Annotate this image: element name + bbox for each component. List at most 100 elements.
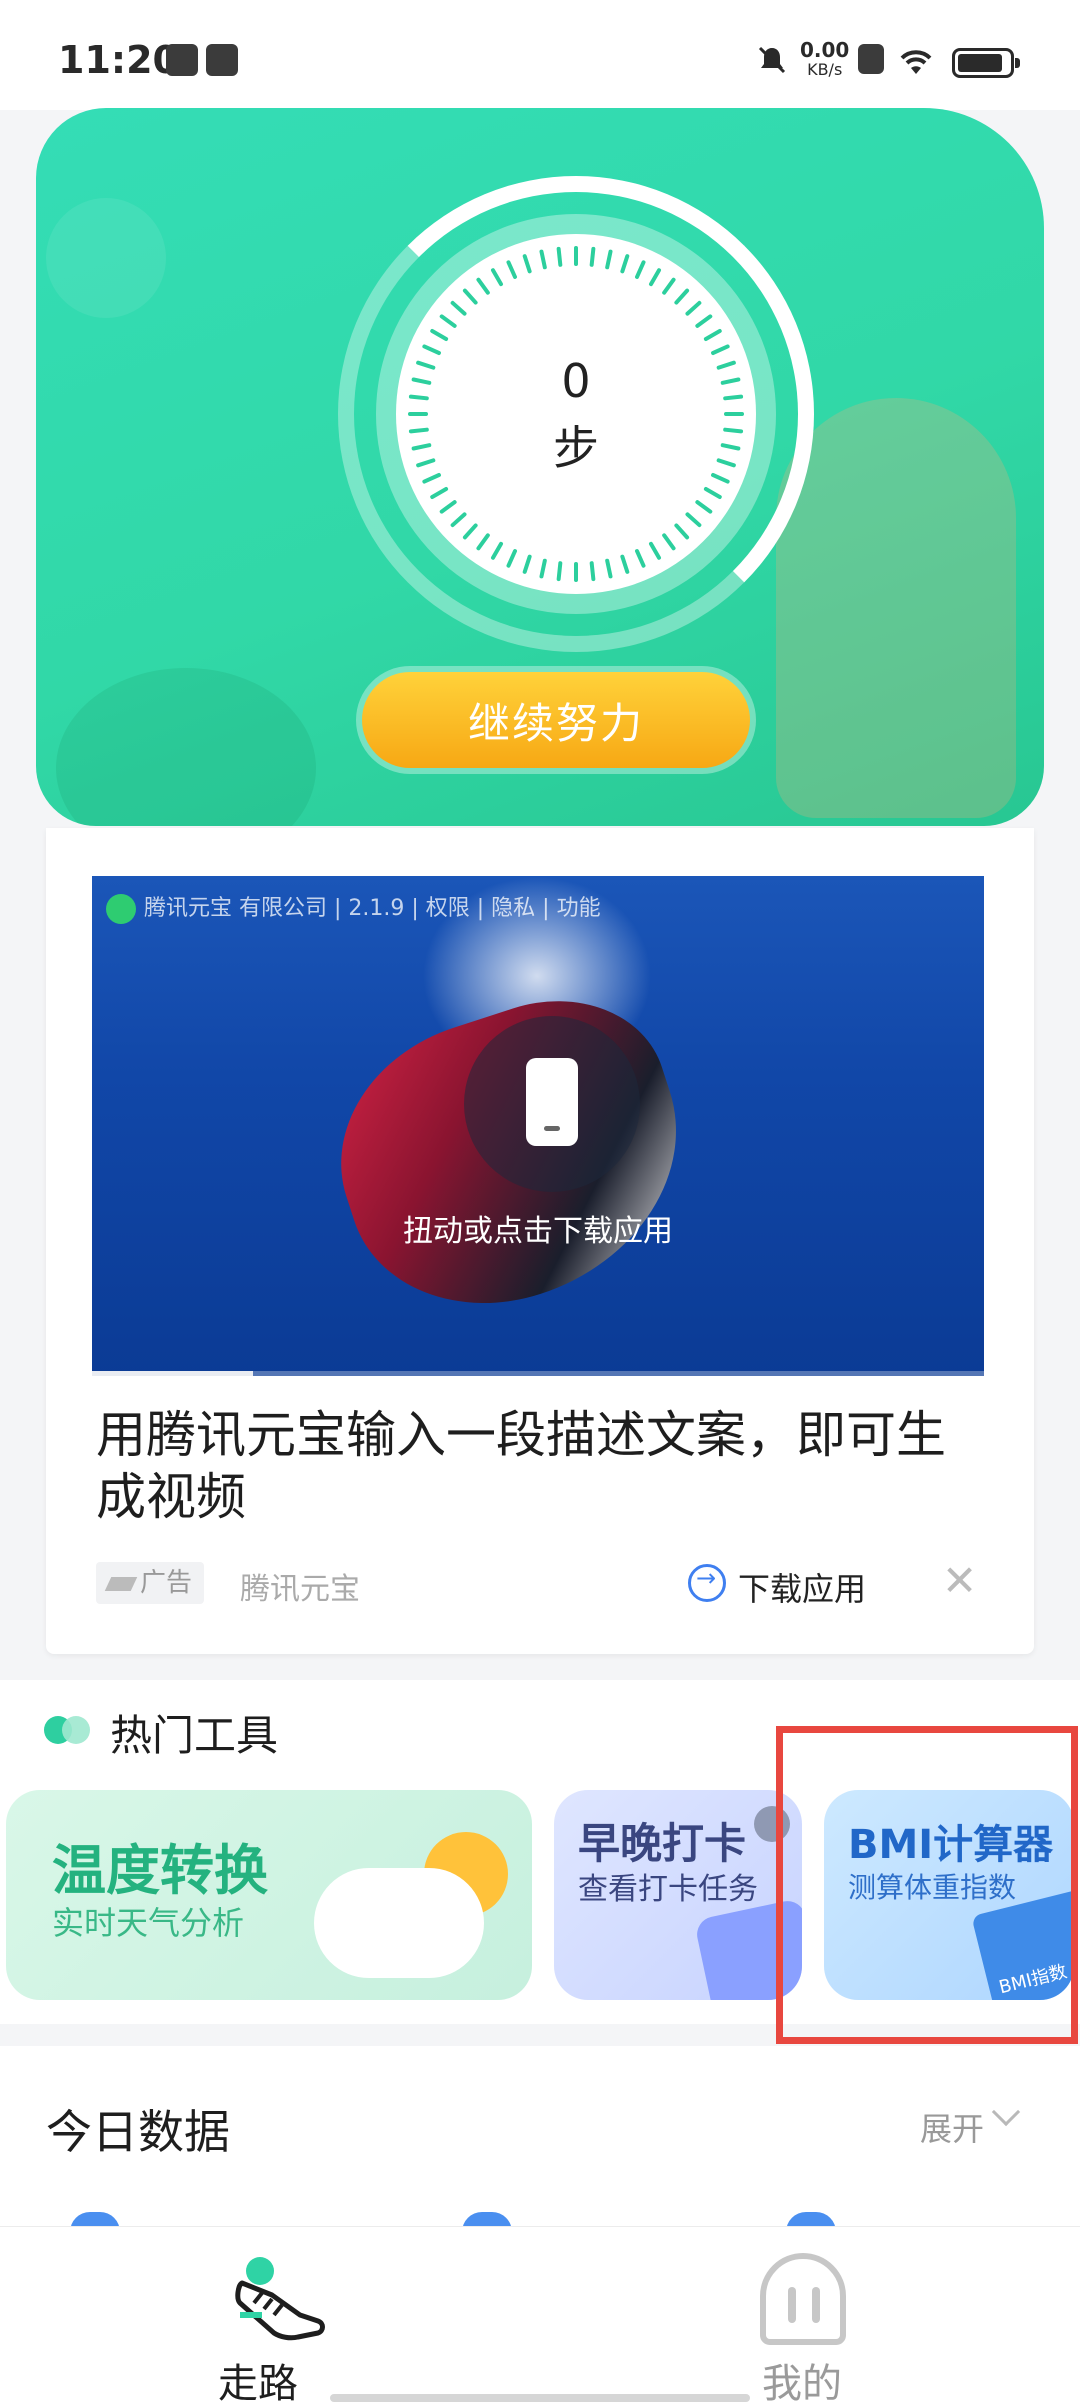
dial-tick xyxy=(635,549,646,568)
dial-tick xyxy=(506,260,517,279)
dial-tick xyxy=(539,558,547,579)
cta-wrap: 继续努力 xyxy=(356,666,756,774)
net-speed-value: 0.00 xyxy=(800,38,850,62)
dial-tick xyxy=(674,288,690,305)
ad-tag-icon xyxy=(104,1576,138,1591)
video-meta: 腾讯元宝 有限公司 | 2.1.9 | 权限 | 隐私 | 功能 xyxy=(106,890,601,924)
phone-icon xyxy=(526,1058,578,1146)
dial-tick xyxy=(439,314,457,328)
shake-phone-icon[interactable] xyxy=(464,1016,640,1192)
dial-tick xyxy=(605,249,613,270)
dial-tick xyxy=(589,561,596,582)
home-indicator[interactable] xyxy=(330,2394,750,2402)
video-progress xyxy=(92,1371,984,1376)
dial-tick xyxy=(605,558,613,579)
dial-tick xyxy=(539,249,547,270)
highlight-box xyxy=(776,1726,1078,2044)
tool-temperature-conversion[interactable]: 温度转换 实时天气分析 xyxy=(6,1790,532,2000)
step-unit: 步 xyxy=(553,421,599,475)
ad-footer: 广告 腾讯元宝 下载应用 ✕ xyxy=(96,1558,986,1608)
nav-mine[interactable]: 我的 xyxy=(652,2227,952,2408)
dial-tick xyxy=(685,300,702,316)
step-count: 0 xyxy=(561,354,591,408)
nav-walk[interactable]: 走路 xyxy=(128,2227,428,2408)
video-meta-text: 腾讯元宝 有限公司 | 2.1.9 | 权限 | 隐私 | 功能 xyxy=(144,896,601,921)
dial-tick xyxy=(556,561,563,582)
chevron-down-icon[interactable] xyxy=(991,2097,1021,2127)
dial-tick xyxy=(703,329,722,341)
today-data-section: 今日数据 展开 xyxy=(0,2046,1080,2226)
tool-checkin[interactable]: 早晚打卡 查看打卡任务 xyxy=(554,1790,802,2000)
dial-tick xyxy=(674,523,690,540)
mute-icon xyxy=(756,44,788,76)
net-speed-unit: KB/s xyxy=(807,60,843,79)
dial-tick xyxy=(649,541,661,560)
net-speed: 0.00 KB/s xyxy=(800,40,849,80)
ad-tag: 广告 xyxy=(96,1562,205,1604)
ad-tag-label: 广告 xyxy=(140,1568,193,1598)
step-dial: 0 步 xyxy=(396,234,756,594)
ad-headline[interactable]: 用腾讯元宝输入一段描述文案，即可生成视频 xyxy=(96,1404,976,1528)
step-hero-card: 0 步 继续努力 xyxy=(36,108,1044,826)
dial-tick xyxy=(476,277,490,295)
dial-tick xyxy=(662,277,676,295)
today-title: 今日数据 xyxy=(46,2105,230,2159)
ad-video[interactable]: 腾讯元宝 有限公司 | 2.1.9 | 权限 | 隐私 | 功能 扭动或点击下载… xyxy=(92,876,984,1376)
ghost-icon xyxy=(760,2253,846,2345)
battery-icon xyxy=(952,48,1020,78)
download-app-button[interactable]: 下载应用 xyxy=(738,1564,866,1610)
dial-tick xyxy=(430,487,449,499)
dial-tick xyxy=(703,487,722,499)
message-icon xyxy=(166,44,198,76)
runner-illustration xyxy=(776,398,1016,818)
dial-tick xyxy=(662,533,676,551)
dial-tick xyxy=(476,533,490,551)
dial-tick xyxy=(695,500,713,514)
hero-decoration xyxy=(56,668,316,826)
dial-tick xyxy=(711,344,730,355)
dial-tick xyxy=(556,246,563,267)
section-dots-icon xyxy=(44,1716,100,1744)
battery-level xyxy=(958,54,1002,72)
hot-tools-title: 热门工具 xyxy=(110,1711,279,1760)
dial-tick xyxy=(430,329,449,341)
dial-tick xyxy=(635,260,646,279)
dial-tick xyxy=(439,500,457,514)
dial-tick xyxy=(649,268,661,287)
calendar-icon xyxy=(206,44,238,76)
status-bar: 11:20 0.00 KB/s xyxy=(0,0,1080,110)
dial-tick xyxy=(589,246,596,267)
expand-button[interactable]: 展开 xyxy=(920,2104,984,2150)
tool-subtitle: 实时天气分析 xyxy=(52,1904,245,1942)
dial-tick xyxy=(620,254,630,274)
tool-name: 温度转换 xyxy=(52,1839,268,1902)
dial-tick xyxy=(522,254,532,274)
bottom-nav: 走路 我的 xyxy=(0,2226,1080,2408)
tool-name: 早晚打卡 xyxy=(578,1819,747,1868)
dial-tick xyxy=(450,512,467,528)
dial-tick xyxy=(506,549,517,568)
brand-logo xyxy=(106,894,136,924)
dial-tick xyxy=(450,300,467,316)
dial-tick xyxy=(491,541,503,560)
dial-tick xyxy=(422,344,441,355)
dial-tick xyxy=(522,554,532,574)
dial-tick xyxy=(491,268,503,287)
hero-decoration xyxy=(46,198,166,318)
tool-subtitle: 查看打卡任务 xyxy=(578,1872,758,1907)
close-icon[interactable]: ✕ xyxy=(942,1558,977,1604)
cloud-icon xyxy=(314,1868,484,1978)
dial-tick xyxy=(620,554,630,574)
download-arrow-icon[interactable] xyxy=(688,1564,726,1602)
sim-icon xyxy=(858,44,884,74)
ad-source: 腾讯元宝 xyxy=(240,1572,360,1607)
dial-tick xyxy=(685,512,702,528)
dial-tick xyxy=(462,523,478,540)
step-counter-app: 11:20 0.00 KB/s 0 步 继续努力 腾讯元宝 有限公司 | 2.1… xyxy=(0,0,1080,2408)
status-time: 11:20 xyxy=(58,38,179,82)
keep-going-button[interactable]: 继续努力 xyxy=(362,672,750,768)
dial-tick xyxy=(695,314,713,328)
shoe-icon xyxy=(235,2257,325,2341)
wifi-icon xyxy=(896,44,936,76)
ad-card[interactable]: 腾讯元宝 有限公司 | 2.1.9 | 权限 | 隐私 | 功能 扭动或点击下载… xyxy=(46,828,1034,1654)
